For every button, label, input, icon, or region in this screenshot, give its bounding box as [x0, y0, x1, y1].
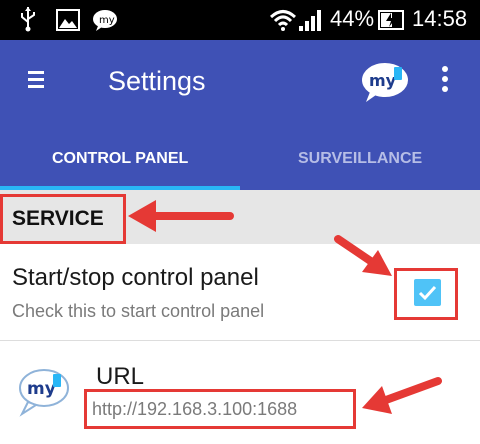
svg-text:my: my: [27, 379, 56, 399]
signal-icon: [299, 10, 321, 31]
tab-surveillance[interactable]: SURVEILLANCE: [298, 150, 422, 168]
app-logo-icon[interactable]: my: [360, 58, 410, 104]
preference-title: URL: [96, 363, 145, 390]
battery-charging-icon: [378, 10, 404, 30]
preference-title: Start/stop control panel: [12, 264, 259, 291]
arrow-to-url: [362, 377, 442, 414]
annotation-box-url: [84, 389, 356, 429]
menu-icon[interactable]: [28, 71, 46, 91]
overflow-menu-icon[interactable]: [438, 66, 452, 98]
divider: [0, 340, 480, 341]
usb-icon: [21, 7, 35, 32]
app-logo-text: my: [369, 71, 397, 90]
preference-summary: Check this to start control panel: [12, 301, 265, 321]
status-bar: my 44% 14:58: [0, 0, 480, 40]
my-app-logo-icon: my: [19, 369, 69, 417]
annotation-box-service: [0, 194, 126, 244]
page-title: Settings: [108, 66, 206, 96]
tab-control-panel[interactable]: CONTROL PANEL: [52, 150, 188, 168]
image-icon: [56, 9, 80, 31]
svg-text:my: my: [99, 15, 115, 26]
arrow-to-checkbox: [334, 235, 392, 276]
my-app-notification-icon: my: [93, 10, 117, 31]
clock: 14:58: [412, 6, 468, 31]
wifi-icon: [270, 10, 296, 31]
annotation-box-checkbox: [394, 268, 458, 320]
battery-percent: 44%: [330, 6, 375, 31]
